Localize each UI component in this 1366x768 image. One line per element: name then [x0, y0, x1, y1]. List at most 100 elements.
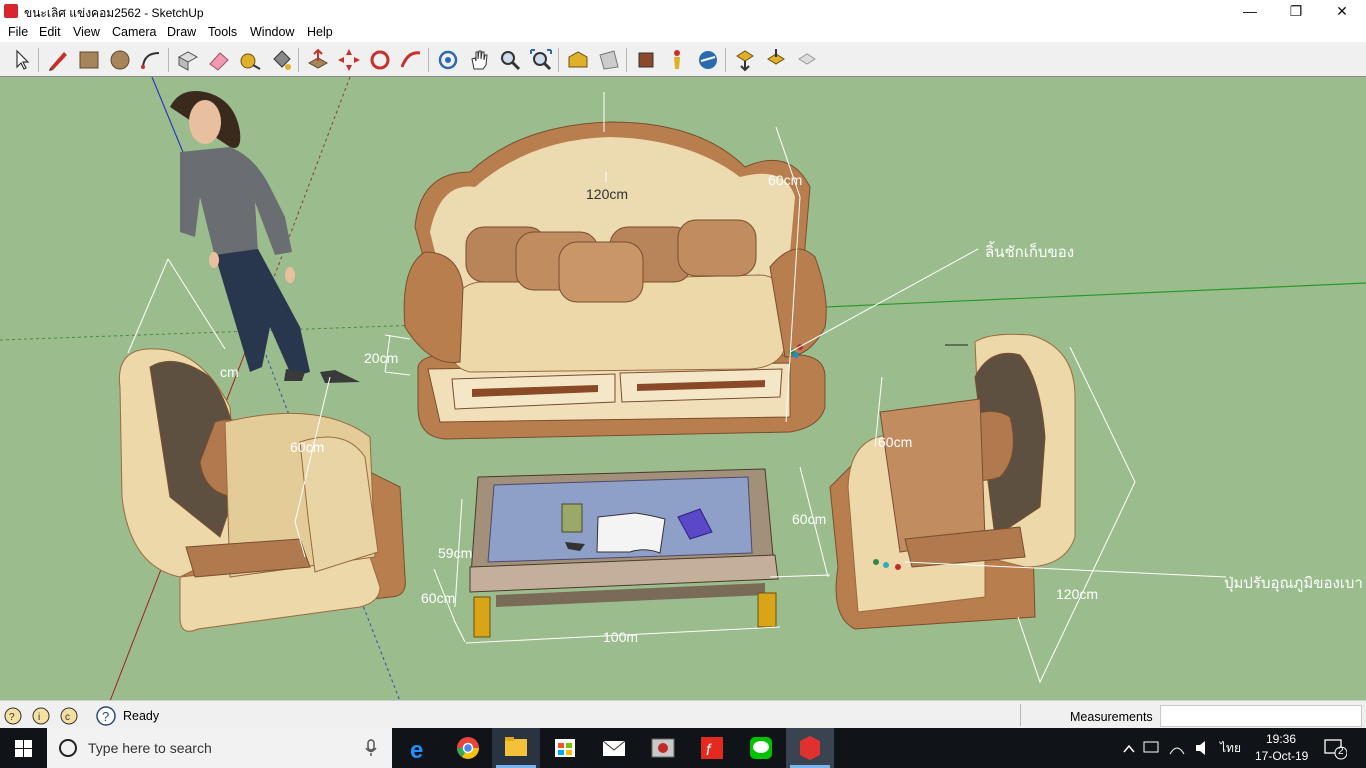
share-model-icon[interactable] [596, 47, 622, 73]
help-icon[interactable]: ? [96, 706, 116, 726]
model-scene[interactable]: 120cm 60cm ลิ้นชักเก็บของ 20cm cm 60cm 6… [0, 77, 1366, 701]
menu-help[interactable]: Help [307, 25, 333, 39]
send-to-layout-icon[interactable] [732, 47, 758, 73]
make-component-icon[interactable] [175, 47, 201, 73]
geo-status-icon[interactable]: ? [4, 707, 22, 725]
extension-warehouse-icon[interactable] [633, 47, 659, 73]
3d-warehouse-icon[interactable] [565, 47, 591, 73]
chrome-icon[interactable] [444, 728, 492, 768]
zoom-icon[interactable] [497, 47, 523, 73]
microphone-icon[interactable] [365, 739, 377, 757]
arc-tool-icon[interactable] [138, 47, 164, 73]
maximize-button[interactable]: ❐ [1273, 0, 1319, 23]
three-seat-sofa [403, 121, 827, 440]
pan-icon[interactable] [466, 47, 492, 73]
model-viewport[interactable]: 120cm 60cm ลิ้นชักเก็บของ 20cm cm 60cm 6… [0, 76, 1366, 701]
status-bar: ? i c ? Ready Measurements [0, 700, 1366, 729]
annotation-temperature-button: ปุ่มปรับอุณภูมิของเบา [1224, 575, 1363, 593]
input-language[interactable]: ไทย [1220, 739, 1241, 759]
main-toolbar [0, 42, 1366, 77]
system-tray-icons [1123, 741, 1205, 755]
title-bar: ขนะเลิศ แข่งคอม2562 - SketchUp — ❐ ✕ [0, 0, 1366, 23]
edge-browser-icon[interactable]: e [396, 728, 444, 768]
sketchup-taskbar-icon[interactable] [786, 728, 834, 768]
dim-label-right-chair-height: 120cm [1056, 586, 1098, 602]
flash-player-icon[interactable]: f [688, 728, 736, 768]
status-icons: ? i c [4, 707, 78, 725]
login-icon[interactable]: c [60, 707, 78, 725]
notification-count: 2 [1338, 746, 1344, 757]
left-armchair [118, 348, 406, 632]
dim-label-table-length: 100m [603, 629, 638, 645]
dim-label-left-chair: 60cm [290, 439, 324, 455]
window-title: ขนะเลิศ แข่งคอม2562 - SketchUp [24, 6, 204, 20]
store-icon[interactable] [541, 728, 589, 768]
dim-label-sofa-height: 120cm [586, 186, 628, 202]
circle-tool-icon[interactable] [107, 47, 133, 73]
push-pull-icon[interactable] [305, 47, 331, 73]
rotate-icon[interactable] [367, 47, 393, 73]
volume-icon [1196, 741, 1205, 755]
wifi-icon [1169, 747, 1185, 755]
pencil-tool-icon[interactable] [45, 47, 71, 73]
camera-app-icon[interactable] [639, 728, 687, 768]
dim-label-sofa-base: 20cm [364, 350, 398, 366]
toolbar-separator [725, 48, 726, 72]
svg-text:i: i [38, 712, 40, 723]
close-button[interactable]: ✕ [1319, 0, 1365, 23]
rectangle-tool-icon[interactable] [76, 47, 102, 73]
person-icon[interactable] [664, 47, 690, 73]
person-figure [170, 91, 360, 383]
toolbar-separator [168, 48, 169, 72]
minimize-button[interactable]: — [1227, 0, 1273, 23]
coffee-table [469, 468, 779, 638]
svg-text:?: ? [102, 709, 109, 724]
svg-text:?: ? [9, 712, 15, 723]
paint-bucket-icon[interactable] [268, 47, 294, 73]
toolbar-separator [298, 48, 299, 72]
credits-icon[interactable]: i [32, 707, 50, 725]
follow-me-icon[interactable] [398, 47, 424, 73]
menu-view[interactable]: View [73, 25, 100, 39]
file-explorer-icon[interactable] [492, 728, 540, 768]
svg-text:c: c [65, 712, 70, 723]
menu-edit[interactable]: Edit [39, 25, 61, 39]
annotation-storage-drawer: ลิ้นชักเก็บของ [985, 241, 1074, 261]
menu-tools[interactable]: Tools [208, 25, 237, 39]
search-placeholder: Type here to search [88, 740, 212, 756]
svg-text:e: e [410, 737, 423, 764]
clock-time[interactable]: 19:36 [1266, 732, 1296, 748]
menu-draw[interactable]: Draw [167, 25, 196, 39]
status-message: Ready [123, 709, 160, 723]
menu-file[interactable]: File [8, 25, 28, 39]
line-app-icon[interactable] [737, 728, 785, 768]
select-tool-icon[interactable] [8, 47, 34, 73]
menu-window[interactable]: Window [250, 25, 294, 39]
clock-date[interactable]: 17-Oct-19 [1255, 749, 1308, 765]
menu-camera[interactable]: Camera [112, 25, 156, 39]
green-axis-dashed [0, 324, 421, 341]
orbit-icon[interactable] [435, 47, 461, 73]
network-icon [1143, 741, 1159, 753]
dim-label-sofa-back: 60cm [768, 172, 802, 188]
toolbar-separator [428, 48, 429, 72]
get-models-icon[interactable] [763, 47, 789, 73]
zoom-extents-icon[interactable] [528, 47, 554, 73]
dim-label-table-upper: 59cm [438, 545, 472, 561]
taskbar-search-box[interactable]: Type here to search [47, 728, 392, 768]
mail-icon[interactable] [590, 728, 638, 768]
dim-label-partial: cm [220, 364, 239, 380]
geo-location-icon[interactable] [695, 47, 721, 73]
chevron-up-icon [1123, 744, 1135, 753]
eraser-icon[interactable] [206, 47, 232, 73]
move-icon[interactable] [336, 47, 362, 73]
dim-label-table-depth: 60cm [792, 511, 826, 527]
measurements-label: Measurements [1070, 710, 1153, 724]
export-icon[interactable] [794, 47, 820, 73]
tape-measure-icon[interactable] [237, 47, 263, 73]
dim-label-table-lower: 60cm [421, 590, 455, 606]
windows-start-icon[interactable] [15, 740, 32, 757]
measurements-input[interactable] [1160, 705, 1362, 727]
windows-taskbar: Type here to search e f ไทย 19:36 17-Oct… [0, 728, 1366, 768]
toolbar-separator [558, 48, 559, 72]
